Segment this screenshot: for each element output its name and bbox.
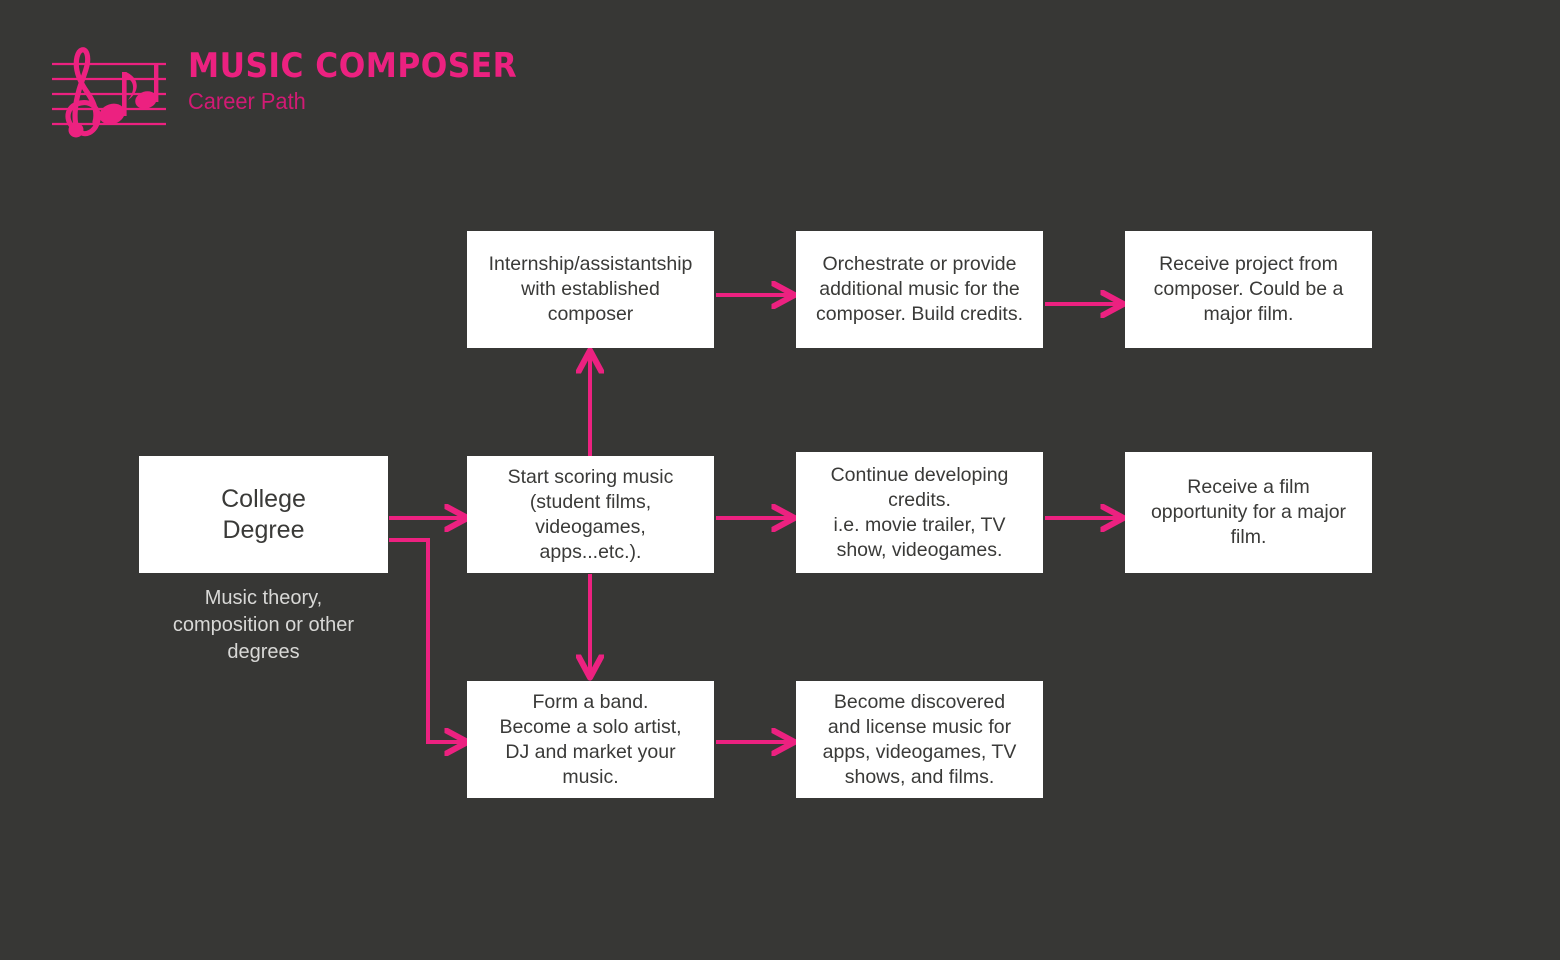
- node-label: Form a band. Become a solo artist, DJ an…: [499, 690, 682, 788]
- node-label: Continue developing credits. i.e. movie …: [830, 463, 1009, 561]
- node-label: Receive a film opportunity for a major f…: [1150, 476, 1347, 548]
- page-subtitle: Career Path: [188, 88, 306, 114]
- node-label: Internship/assistantship with establishe…: [488, 253, 693, 325]
- node-internship[interactable]: Internship/assistantship with establishe…: [467, 231, 714, 348]
- node-continue-credits[interactable]: Continue developing credits. i.e. movie …: [796, 452, 1043, 573]
- node-label: Orchestrate or provide additional music …: [815, 253, 1023, 325]
- node-college-degree-caption: Music theory, composition or other degre…: [172, 587, 355, 663]
- node-film-opportunity[interactable]: Receive a film opportunity for a major f…: [1125, 452, 1372, 573]
- node-form-band[interactable]: Form a band. Become a solo artist, DJ an…: [467, 681, 714, 798]
- brand-logo: MUSIC COMPOSER Career Path: [48, 34, 568, 144]
- brand-text-group: MUSIC COMPOSER Career Path: [188, 48, 568, 114]
- node-college-degree[interactable]: College Degree: [139, 456, 388, 573]
- node-label: Receive project from composer. Could be …: [1153, 253, 1344, 325]
- node-label: Start scoring music (student films, vide…: [507, 465, 674, 563]
- node-label: Become discovered and license music for …: [822, 690, 1017, 788]
- edge-college-to-band: [389, 538, 466, 742]
- node-start-scoring[interactable]: Start scoring music (student films, vide…: [467, 456, 714, 573]
- node-become-discovered[interactable]: Become discovered and license music for …: [796, 681, 1043, 798]
- node-receive-project[interactable]: Receive project from composer. Could be …: [1125, 231, 1372, 348]
- node-label: College Degree: [221, 484, 306, 544]
- node-orchestrate[interactable]: Orchestrate or provide additional music …: [796, 231, 1043, 348]
- page-title: MUSIC COMPOSER: [188, 46, 518, 86]
- music-staff-treble-clef-notes-icon: [48, 38, 180, 142]
